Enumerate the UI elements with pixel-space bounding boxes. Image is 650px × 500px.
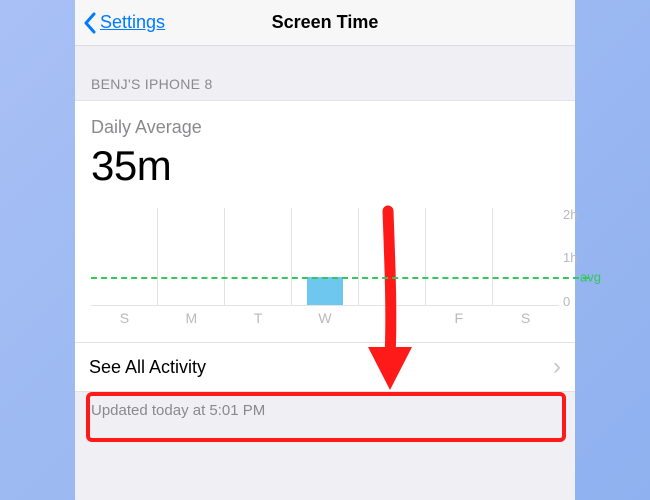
navbar: Settings Screen Time: [75, 0, 575, 46]
avg-line: [91, 277, 589, 279]
screen-time-view: Settings Screen Time BENJ'S IPHONE 8 Dai…: [75, 0, 575, 500]
chart-x-label: F: [425, 306, 492, 328]
section-header: BENJ'S IPHONE 8: [75, 46, 575, 100]
chart-day-column: [158, 208, 225, 305]
chart-day-column: [225, 208, 292, 305]
see-all-activity-label: See All Activity: [89, 357, 553, 378]
chevron-right-icon: ›: [553, 355, 561, 379]
y-tick: 2h: [563, 208, 577, 221]
chart-x-label: W: [292, 306, 359, 328]
chart-day-column: [359, 208, 426, 305]
chart-y-axis: 2h 1h 0: [563, 208, 599, 306]
chart-x-axis: SMTWTFS: [91, 306, 559, 328]
daily-average-label: Daily Average: [91, 117, 559, 138]
y-tick: 0: [563, 295, 570, 308]
usage-card: Daily Average 35m avg SMTWTFS 2h 1h 0: [75, 100, 575, 343]
chart-day-column: [426, 208, 493, 305]
daily-average-value: 35m: [91, 142, 559, 190]
back-button[interactable]: Settings: [75, 12, 165, 34]
chevron-left-icon: [83, 12, 96, 34]
chart-day-column: [91, 208, 158, 305]
chart-x-label: M: [158, 306, 225, 328]
chart-x-label: S: [91, 306, 158, 328]
chart-day-column: [493, 208, 559, 305]
chart-grid: avg: [91, 208, 559, 306]
updated-timestamp: Updated today at 5:01 PM: [75, 392, 575, 429]
see-all-activity-row[interactable]: See All Activity ›: [75, 342, 575, 392]
y-tick: 1h: [563, 251, 577, 264]
chart-x-label: S: [492, 306, 559, 328]
chart-x-label: T: [358, 306, 425, 328]
chart-bar: [307, 277, 343, 305]
chart-x-label: T: [225, 306, 292, 328]
back-label: Settings: [100, 12, 165, 33]
usage-chart: avg SMTWTFS 2h 1h 0: [91, 208, 559, 328]
chart-day-column: [292, 208, 359, 305]
